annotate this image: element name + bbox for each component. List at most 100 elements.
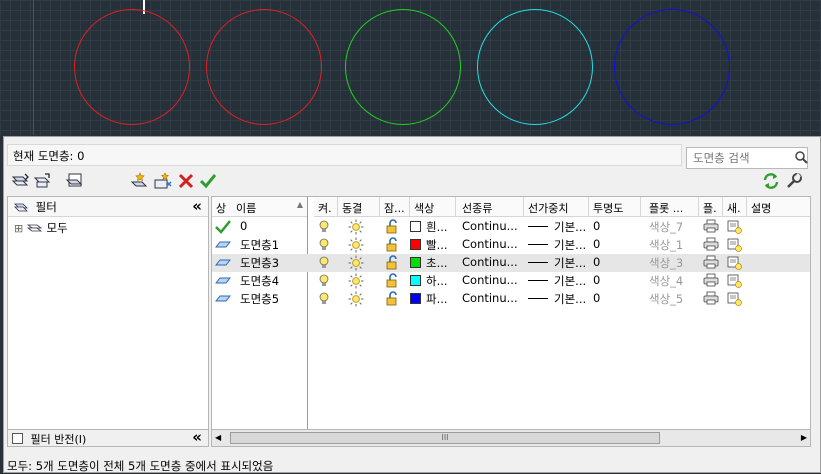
line-sample-icon	[528, 280, 548, 281]
lightbulb-on-icon[interactable]	[318, 292, 330, 309]
circle-2[interactable]	[206, 9, 322, 125]
new-group-filter-icon[interactable]	[33, 171, 53, 191]
col-name[interactable]: 이름 ▲	[232, 197, 308, 217]
color-cell[interactable]: 빨...	[410, 237, 448, 253]
layer-search-input[interactable]	[686, 147, 808, 169]
scroll-left-arrow[interactable]: ◀	[215, 433, 221, 442]
new-vp-thaw-icon[interactable]	[727, 291, 743, 310]
lineweight-cell[interactable]: 기본...	[528, 237, 586, 253]
circle-3[interactable]	[345, 9, 461, 125]
layer-row[interactable]: 0 흰... Continu... 기본... 0 색상_7	[212, 218, 810, 237]
settings-wrench-icon[interactable]	[784, 171, 804, 191]
layer-row[interactable]: 도면층5 파... Continu... 기본... 0 색상_5	[212, 290, 810, 310]
col-plot[interactable]: 플.	[699, 197, 723, 217]
color-cell[interactable]: 흰...	[410, 219, 448, 235]
invert-filter-checkbox[interactable]: 필터 반전(I) «	[7, 428, 209, 447]
layer-row[interactable]: 도면층1 빨... Continu... 기본... 0 색상_1	[212, 236, 810, 255]
horizontal-scrollbar[interactable]: ◀ III ▶	[211, 429, 811, 447]
circle-4[interactable]	[477, 9, 593, 125]
col-on[interactable]: 켜.	[314, 197, 338, 217]
linetype-cell[interactable]: Continu...	[462, 273, 522, 287]
layer-name[interactable]: 도면층1	[240, 237, 279, 253]
linetype-cell[interactable]: Continu...	[462, 237, 522, 251]
lineweight-cell[interactable]: 기본...	[528, 273, 586, 289]
lineweight-cell[interactable]: 기본...	[528, 255, 586, 271]
lightbulb-on-icon[interactable]	[318, 256, 330, 273]
col-lineweight[interactable]: 선가중치	[524, 197, 589, 217]
refresh-icon[interactable]	[761, 171, 781, 191]
scrollbar-thumb[interactable]: III	[230, 432, 660, 444]
new-vp-frozen-layer-icon[interactable]	[153, 171, 173, 191]
color-cell[interactable]: 초...	[410, 255, 448, 271]
col-lock[interactable]: 잠...	[380, 197, 410, 217]
filter-tree-item-all[interactable]: ⊞ 모두	[14, 220, 68, 236]
color-name: 하...	[426, 274, 448, 288]
lineweight-cell[interactable]: 기본...	[528, 291, 586, 307]
layer-row[interactable]: 도면층4 하... Continu... 기본... 0 색상_4	[212, 272, 810, 291]
layer-list: 상 이름 ▲ 켜. 동결 잠... 색상 선종류 선가중치 투명도 플롯 ...…	[211, 196, 811, 430]
lineweight-value: 기본...	[554, 256, 587, 270]
printer-icon[interactable]	[703, 255, 719, 272]
color-cell[interactable]: 하...	[410, 273, 448, 289]
transparency-cell[interactable]: 0	[593, 273, 600, 287]
lightbulb-on-icon[interactable]	[318, 274, 330, 291]
printer-icon[interactable]	[703, 291, 719, 308]
lineweight-cell[interactable]: 기본...	[528, 219, 586, 235]
filter-tree-pane: 필터 « ⊞ 모두	[7, 196, 209, 430]
col-color[interactable]: 색상	[410, 197, 456, 217]
color-cell[interactable]: 파...	[410, 291, 448, 307]
color-name: 파...	[426, 292, 448, 306]
layer-name[interactable]: 도면층3	[240, 255, 279, 271]
layer-name[interactable]: 도면층4	[240, 273, 279, 289]
plot-style-cell: 색상_3	[649, 256, 684, 270]
layer-status-icon[interactable]	[215, 274, 231, 291]
col-transparency[interactable]: 투명도	[589, 197, 641, 217]
expand-icon[interactable]: ⊞	[14, 222, 23, 235]
col-new-vp-freeze[interactable]: 새.	[723, 197, 747, 217]
filter-pane-title: 필터	[35, 200, 57, 214]
lightbulb-on-icon[interactable]	[318, 220, 330, 237]
col-description[interactable]: 설명	[747, 197, 810, 217]
lightbulb-on-icon[interactable]	[318, 238, 330, 255]
collapse-pane-button[interactable]: «	[192, 428, 202, 446]
printer-icon[interactable]	[703, 237, 719, 254]
col-freeze[interactable]: 동결	[338, 197, 380, 217]
checkbox-box[interactable]	[12, 433, 23, 444]
sort-arrow-icon: ▲	[296, 200, 303, 209]
current-layer-check-icon[interactable]	[215, 220, 231, 237]
color-swatch	[410, 293, 421, 304]
col-plot-style[interactable]: 플롯 ...	[641, 197, 699, 217]
layer-status-icon[interactable]	[215, 238, 231, 255]
linetype-cell[interactable]: Continu...	[462, 291, 522, 305]
layer-name[interactable]: 도면층5	[240, 291, 279, 307]
transparency-cell[interactable]: 0	[593, 237, 600, 251]
delete-layer-icon[interactable]	[176, 171, 196, 191]
layer-name[interactable]: 0	[240, 219, 247, 233]
printer-icon[interactable]	[703, 273, 719, 290]
linetype-cell[interactable]: Continu...	[462, 255, 522, 269]
transparency-cell[interactable]: 0	[593, 255, 600, 269]
col-linetype[interactable]: 선종류	[456, 197, 524, 217]
circle-1[interactable]	[74, 9, 190, 125]
new-property-filter-icon[interactable]	[11, 171, 31, 191]
col-status[interactable]: 상	[212, 197, 232, 217]
plot-style-cell: 색상_5	[649, 292, 684, 306]
drawing-canvas[interactable]	[0, 0, 821, 135]
circle-5[interactable]	[614, 9, 730, 125]
lineweight-value: 기본...	[554, 274, 587, 288]
printer-icon[interactable]	[703, 219, 719, 236]
search-icon[interactable]	[794, 150, 808, 164]
collapse-filter-pane-button[interactable]: «	[192, 197, 202, 215]
layer-row[interactable]: 도면층3 초... Continu... 기본... 0 색상_3	[212, 254, 810, 273]
transparency-cell[interactable]: 0	[593, 219, 600, 233]
new-layer-icon[interactable]	[130, 171, 150, 191]
layer-status-icon[interactable]	[215, 256, 231, 273]
scroll-right-arrow[interactable]: ▶	[801, 433, 807, 442]
layer-states-manager-icon[interactable]	[65, 171, 85, 191]
unlock-icon[interactable]	[385, 291, 401, 310]
linetype-cell[interactable]: Continu...	[462, 219, 522, 233]
layer-status-icon[interactable]	[215, 292, 231, 309]
sun-thaw-icon[interactable]	[348, 291, 364, 310]
transparency-cell[interactable]: 0	[593, 291, 600, 305]
set-current-icon[interactable]	[198, 171, 218, 191]
